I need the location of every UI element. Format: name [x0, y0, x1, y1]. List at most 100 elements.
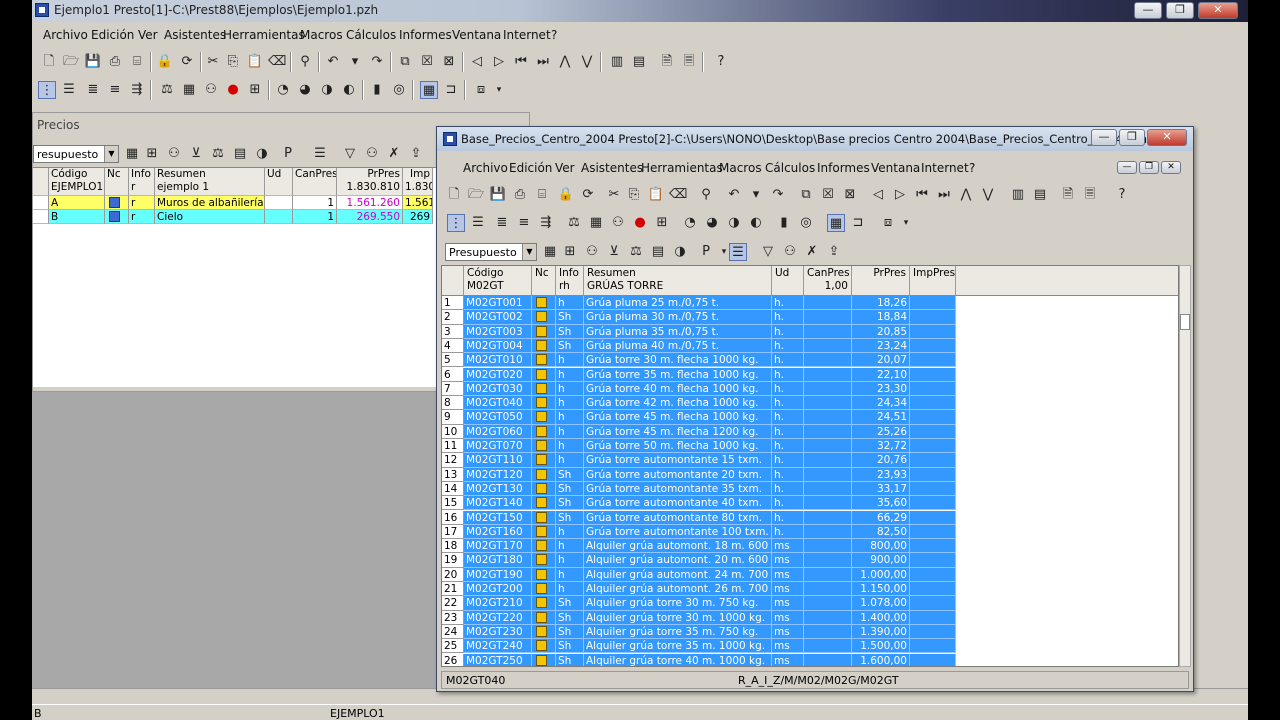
col-resumen[interactable]: Resumen ejemplo 1: [155, 168, 265, 196]
row-imppres[interactable]: [910, 553, 956, 568]
row-info[interactable]: h: [556, 367, 584, 382]
row-number[interactable]: 26: [442, 653, 464, 666]
window-layout-icon[interactable]: ⧈: [472, 81, 490, 99]
row-resumen[interactable]: Grúa torre 42 m. flecha 1000 kg.: [584, 396, 772, 411]
row-canpres[interactable]: [804, 410, 852, 425]
row-nc[interactable]: [532, 324, 556, 339]
row-ud[interactable]: h.: [772, 496, 804, 511]
grid-icon[interactable]: ▦: [420, 81, 438, 99]
row-resumen[interactable]: Alquiler grúa torre 30 m. 1000 kg.: [584, 610, 772, 625]
row-number[interactable]: 23: [442, 610, 464, 625]
child-doc-restore-button[interactable]: ❐: [1139, 161, 1159, 174]
child-titlebar[interactable]: Base_Precios_Centro_2004 Presto[2]-C:\Us…: [437, 127, 1193, 151]
col-codigo[interactable]: Código EJEMPLO1: [49, 168, 105, 196]
row-number[interactable]: 21: [442, 582, 464, 597]
row-ud[interactable]: h.: [772, 296, 804, 311]
undo-icon[interactable]: ↶: [324, 53, 342, 71]
table-row[interactable]: 8 M02GT040 h Grúa torre 42 m. flecha 1000 k…: [442, 396, 957, 411]
binoculars-icon[interactable]: ⚲: [697, 186, 715, 204]
row-code[interactable]: M02GT050: [464, 410, 532, 425]
menu-calculos[interactable]: Cálculos: [346, 28, 396, 42]
lock-icon[interactable]: 🔒: [156, 53, 174, 71]
paste-icon[interactable]: 📋: [647, 186, 665, 204]
row-canpres[interactable]: [804, 567, 852, 582]
export-icon[interactable]: ⇪: [407, 145, 425, 163]
print-preview-icon[interactable]: ⌸: [533, 186, 551, 204]
row-info[interactable]: h: [556, 582, 584, 597]
row-number[interactable]: 16: [442, 510, 464, 525]
table-row[interactable]: 1 M02GT001 h Grúa pluma 25 m./0,75 t. h. 18,2…: [442, 296, 957, 311]
row-nc[interactable]: [532, 539, 556, 554]
eraser-icon[interactable]: ⌫: [669, 186, 687, 204]
table-row[interactable]: 19 M02GT180 h Alquiler grúa automont. 20 m.…: [442, 553, 957, 568]
split-icon[interactable]: ⊐: [849, 214, 867, 232]
row-imppres[interactable]: [910, 496, 956, 511]
row-prpres[interactable]: 20,85: [852, 324, 910, 339]
row-canpres[interactable]: [804, 338, 852, 354]
row-code[interactable]: M02GT130: [464, 481, 532, 497]
disk-icon[interactable]: ◎: [390, 81, 408, 99]
child-menu-calculos[interactable]: Cálculos: [765, 161, 815, 175]
row-code[interactable]: M02GT030: [464, 381, 532, 397]
row-resumen[interactable]: Grúa torre automontante 80 txm.: [584, 510, 772, 525]
row-ud[interactable]: ms: [772, 582, 804, 597]
row-ud[interactable]: h.: [772, 324, 804, 339]
disk-icon[interactable]: ◑: [671, 243, 689, 261]
filter-icon[interactable]: ⊻: [187, 145, 205, 163]
child-menu-asistentes[interactable]: Asistentes: [581, 161, 643, 175]
col-imppres[interactable]: ImpPres: [910, 266, 956, 296]
row-ud[interactable]: h.: [772, 453, 804, 468]
table-icon[interactable]: ▤: [1031, 186, 1049, 204]
row-code[interactable]: M02GT240: [464, 639, 532, 654]
indent-icon[interactable]: ⇶: [537, 214, 555, 232]
row-resumen[interactable]: Alquiler grúa automont. 20 m. 600 kg.: [584, 553, 772, 568]
row-canpres[interactable]: [804, 553, 852, 568]
col-resumen[interactable]: Resumen GRÚAS TORRE: [584, 266, 772, 296]
split-icon[interactable]: ⊐: [442, 81, 460, 99]
row-code[interactable]: M02GT170: [464, 539, 532, 554]
row-canpres[interactable]: [804, 596, 852, 611]
tree-view-icon[interactable]: ⋮: [38, 81, 56, 99]
row-info[interactable]: h: [556, 453, 584, 468]
link-record-icon[interactable]: ⊠: [440, 53, 458, 71]
child-menu-internet[interactable]: Internet: [921, 161, 969, 175]
price-icon[interactable]: ◕: [703, 214, 721, 232]
row-code[interactable]: M02GT001: [464, 296, 532, 311]
binoculars-icon[interactable]: ⚲: [296, 53, 314, 71]
chart-icon[interactable]: ⊞: [246, 81, 264, 99]
precios-combo[interactable]: resupuesto ▼: [33, 145, 119, 163]
row-imppres[interactable]: [910, 324, 956, 339]
col-ud[interactable]: Ud: [265, 168, 293, 196]
prev-icon[interactable]: ◁: [869, 186, 887, 204]
col-nc[interactable]: Nc: [105, 168, 129, 196]
row-ud[interactable]: h.: [772, 338, 804, 354]
row-ud[interactable]: h.: [772, 467, 804, 482]
row-ud[interactable]: h.: [772, 424, 804, 439]
row-nc[interactable]: [532, 338, 556, 354]
row-resumen[interactable]: Alquiler grúa automont. 26 m. 700 kg.: [584, 582, 772, 597]
row-code[interactable]: M02GT010: [464, 353, 532, 368]
row-imppres[interactable]: [910, 639, 956, 654]
report-icon[interactable]: 🗏: [1081, 186, 1099, 204]
lock-icon[interactable]: 🔒: [557, 186, 575, 204]
row-imppres[interactable]: [910, 439, 956, 454]
row-imppres[interactable]: [910, 524, 956, 540]
help-icon[interactable]: ?: [1113, 186, 1131, 204]
row-resumen[interactable]: Grúa torre 50 m. flecha 1000 kg.: [584, 439, 772, 454]
row-ud[interactable]: h.: [772, 310, 804, 325]
save-icon[interactable]: 💾: [489, 186, 507, 204]
row-number[interactable]: 11: [442, 439, 464, 454]
row-info[interactable]: Sh: [556, 310, 584, 325]
calculator-icon[interactable]: ▮: [368, 81, 386, 99]
row-imppres[interactable]: [910, 453, 956, 468]
calendar-icon[interactable]: ▦: [123, 145, 141, 163]
row-canpres[interactable]: [804, 396, 852, 411]
child-menu-archivo[interactable]: Archivo: [463, 161, 508, 175]
child-menu-help[interactable]: ?: [969, 161, 975, 175]
table-row[interactable]: 21 M02GT200 h Alquiler grúa automont. 26 m.…: [442, 582, 957, 597]
row-canpres[interactable]: [804, 439, 852, 454]
row-resumen[interactable]: Grúa torre automontante 35 txm.: [584, 481, 772, 497]
row-imppres[interactable]: [910, 296, 956, 311]
open-folder-icon[interactable]: 🗁: [467, 186, 485, 204]
next-icon[interactable]: ▷: [891, 186, 909, 204]
